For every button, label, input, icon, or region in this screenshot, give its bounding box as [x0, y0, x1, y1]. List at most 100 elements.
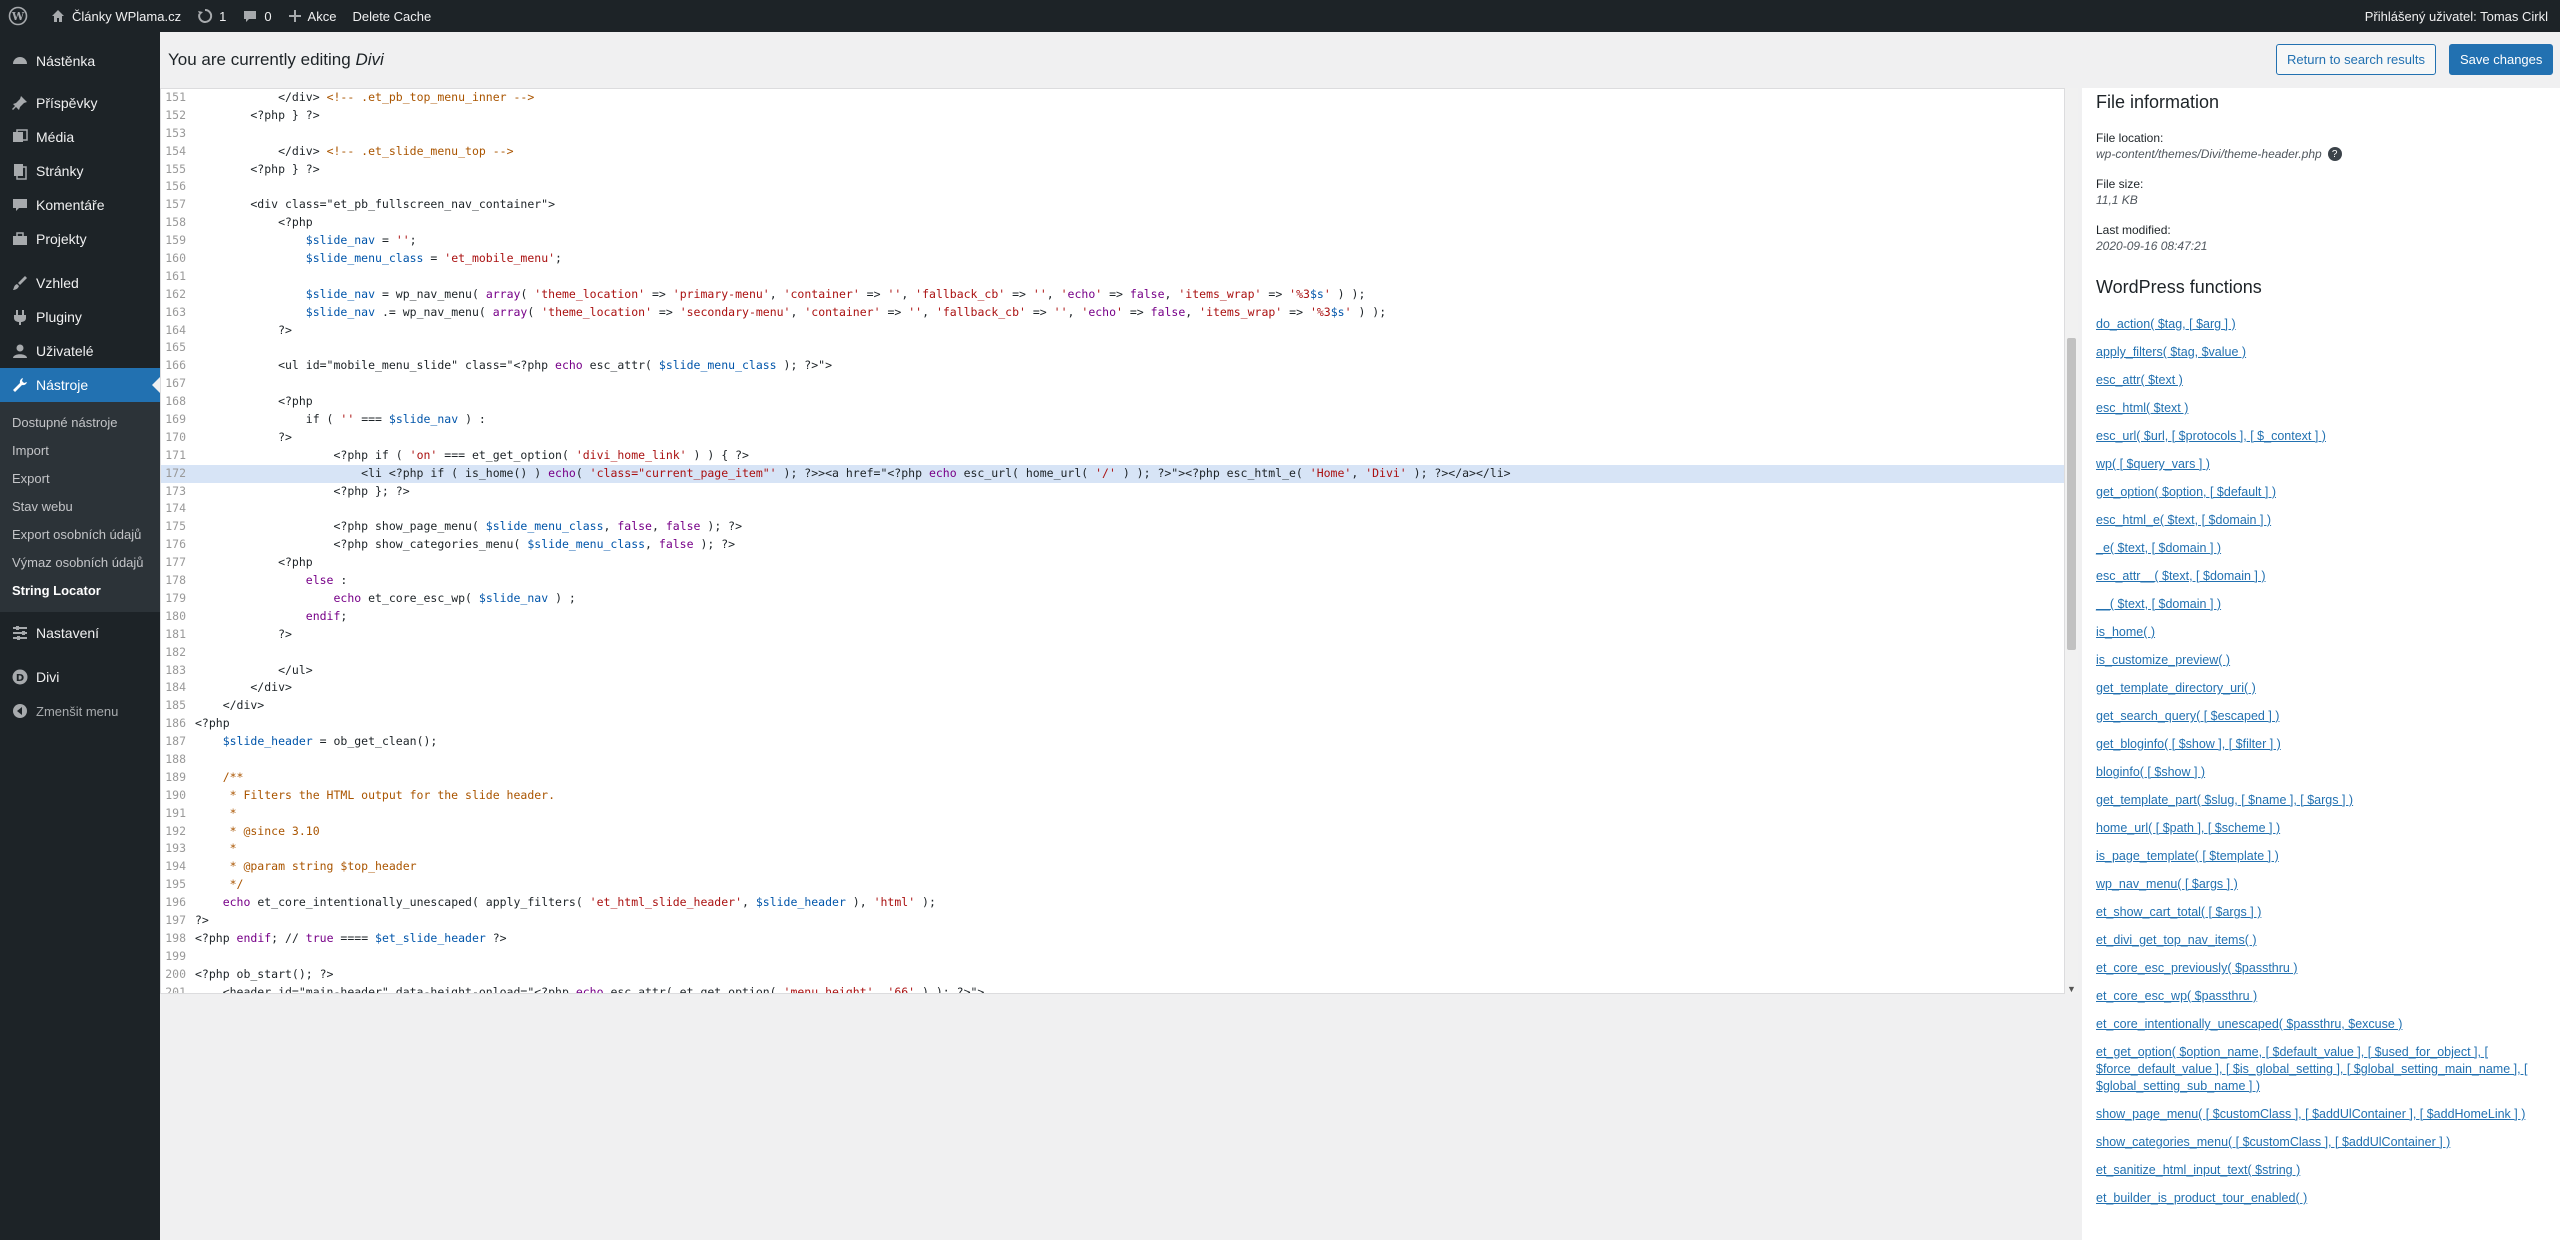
- menu-item-posts[interactable]: Příspěvky: [0, 86, 160, 120]
- code-line[interactable]: 152 <?php } ?>: [161, 107, 2077, 125]
- menu-item-comments[interactable]: Komentáře: [0, 188, 160, 222]
- code-line[interactable]: 176 <?php show_categories_menu( $slide_m…: [161, 536, 2077, 554]
- function-link[interactable]: bloginfo( [ $show ] ): [2096, 764, 2546, 781]
- code-line[interactable]: 159 $slide_nav = '';: [161, 232, 2077, 250]
- code-text[interactable]: else :: [189, 572, 348, 590]
- menu-item-media[interactable]: Média: [0, 120, 160, 154]
- code-text[interactable]: [189, 644, 195, 662]
- code-text[interactable]: echo et_core_intentionally_unescaped( ap…: [189, 894, 936, 912]
- new-content-link[interactable]: Akce: [280, 0, 345, 32]
- function-link[interactable]: et_core_esc_previously( $passthru ): [2096, 960, 2546, 977]
- code-text[interactable]: endif;: [189, 608, 348, 626]
- function-link[interactable]: et_core_esc_wp( $passthru ): [2096, 988, 2546, 1005]
- help-icon[interactable]: ?: [2327, 147, 2342, 161]
- code-text[interactable]: </div> <!-- .et_pb_top_menu_inner -->: [189, 89, 534, 107]
- function-link[interactable]: et_get_option( $option_name, [ $default_…: [2096, 1044, 2546, 1095]
- code-line[interactable]: 195 */: [161, 876, 2077, 894]
- code-line[interactable]: 181 ?>: [161, 626, 2077, 644]
- code-text[interactable]: <?php } ?>: [189, 107, 319, 125]
- code-text[interactable]: <?php: [189, 554, 313, 572]
- menu-item-users[interactable]: Uživatelé: [0, 334, 160, 368]
- submenu-item-erase-personal-data[interactable]: Výmaz osobních údajů: [0, 549, 160, 577]
- submenu-item-export-personal-data[interactable]: Export osobních údajů: [0, 521, 160, 549]
- function-link[interactable]: et_core_intentionally_unescaped( $passth…: [2096, 1016, 2546, 1033]
- code-line[interactable]: 151 </div> <!-- .et_pb_top_menu_inner --…: [161, 89, 2077, 107]
- code-text[interactable]: [189, 948, 195, 966]
- code-line[interactable]: 163 $slide_nav .= wp_nav_menu( array( 't…: [161, 304, 2077, 322]
- submenu-item-string-locator[interactable]: String Locator: [0, 577, 160, 605]
- code-text[interactable]: * @param string $top_header: [189, 858, 417, 876]
- submenu-item-site-health[interactable]: Stav webu: [0, 493, 160, 521]
- code-text[interactable]: <?php: [189, 715, 230, 733]
- code-line[interactable]: 180 endif;: [161, 608, 2077, 626]
- code-line[interactable]: 161: [161, 268, 2077, 286]
- code-line[interactable]: 178 else :: [161, 572, 2077, 590]
- code-line[interactable]: 194 * @param string $top_header: [161, 858, 2077, 876]
- code-text[interactable]: <?php endif; // true ==== $et_slide_head…: [189, 930, 507, 948]
- code-line[interactable]: 197 ?>: [161, 912, 2077, 930]
- code-line[interactable]: 186 <?php: [161, 715, 2077, 733]
- code-line[interactable]: 200 <?php ob_start(); ?>: [161, 966, 2077, 984]
- code-text[interactable]: $slide_nav .= wp_nav_menu( array( 'theme…: [189, 304, 1386, 322]
- code-text[interactable]: <div class="et_pb_fullscreen_nav_contain…: [189, 196, 555, 214]
- wordpress-logo-icon[interactable]: W: [0, 0, 42, 32]
- code-text[interactable]: [189, 178, 195, 196]
- submenu-item-import[interactable]: Import: [0, 437, 160, 465]
- save-changes-button[interactable]: Save changes: [2449, 44, 2554, 75]
- menu-item-divi[interactable]: D Divi: [0, 660, 160, 694]
- code-text[interactable]: </div>: [189, 679, 292, 697]
- code-line[interactable]: 166 <ul id="mobile_menu_slide" class="<?…: [161, 357, 2077, 375]
- code-line[interactable]: 177 <?php: [161, 554, 2077, 572]
- function-link[interactable]: get_search_query( [ $escaped ] ): [2096, 708, 2546, 725]
- function-link[interactable]: et_divi_get_top_nav_items( ): [2096, 932, 2546, 949]
- function-link[interactable]: wp_nav_menu( [ $args ] ): [2096, 876, 2546, 893]
- function-link[interactable]: esc_attr( $text ): [2096, 372, 2546, 389]
- code-text[interactable]: <?php ob_start(); ?>: [189, 966, 333, 984]
- code-line[interactable]: 162 $slide_nav = wp_nav_menu( array( 'th…: [161, 286, 2077, 304]
- menu-item-settings[interactable]: Nastavení: [0, 616, 160, 650]
- code-line[interactable]: 168 <?php: [161, 393, 2077, 411]
- code-text[interactable]: echo et_core_esc_wp( $slide_nav ) ;: [189, 590, 575, 608]
- code-line[interactable]: 201 <header id="main-header" data-height…: [161, 984, 2077, 993]
- function-link[interactable]: show_page_menu( [ $customClass ], [ $add…: [2096, 1106, 2546, 1123]
- function-link[interactable]: et_show_cart_total( [ $args ] ): [2096, 904, 2546, 921]
- comments-link[interactable]: 0: [234, 0, 279, 32]
- code-line[interactable]: 170 ?>: [161, 429, 2077, 447]
- code-line[interactable]: 154 </div> <!-- .et_slide_menu_top -->: [161, 143, 2077, 161]
- code-line[interactable]: 165: [161, 339, 2077, 357]
- code-line[interactable]: 158 <?php: [161, 214, 2077, 232]
- code-text[interactable]: <?php if ( 'on' === et_get_option( 'divi…: [189, 447, 748, 465]
- function-link[interactable]: wp( [ $query_vars ] ): [2096, 456, 2546, 473]
- code-text[interactable]: *: [189, 805, 237, 823]
- code-text[interactable]: <?php show_page_menu( $slide_menu_class,…: [189, 518, 742, 536]
- code-text[interactable]: $slide_nav = '';: [189, 232, 417, 250]
- code-line[interactable]: 164 ?>: [161, 322, 2077, 340]
- user-account-link[interactable]: Přihlášený uživatel: Tomas Cirkl: [2357, 0, 2560, 32]
- code-text[interactable]: [189, 500, 195, 518]
- code-text[interactable]: <?php } ?>: [189, 161, 319, 179]
- menu-item-dashboard[interactable]: Nástěnka: [0, 44, 160, 78]
- code-line[interactable]: 187 $slide_header = ob_get_clean();: [161, 733, 2077, 751]
- function-link[interactable]: esc_html( $text ): [2096, 400, 2546, 417]
- function-link[interactable]: _e( $text, [ $domain ] ): [2096, 540, 2546, 557]
- code-line[interactable]: 198 <?php endif; // true ==== $et_slide_h…: [161, 930, 2077, 948]
- collapse-menu-button[interactable]: Zmenšit menu: [0, 694, 160, 728]
- code-editor[interactable]: 151 </div> <!-- .et_pb_top_menu_inner --…: [160, 88, 2078, 994]
- code-text[interactable]: </div>: [189, 697, 265, 715]
- code-line[interactable]: 160 $slide_menu_class = 'et_mobile_menu'…: [161, 250, 2077, 268]
- submenu-item-export[interactable]: Export: [0, 465, 160, 493]
- code-text[interactable]: <?php }; ?>: [189, 483, 409, 501]
- function-link[interactable]: et_sanitize_html_input_text( $string ): [2096, 1162, 2546, 1179]
- code-line[interactable]: 182: [161, 644, 2077, 662]
- code-line[interactable]: 192 * @since 3.10: [161, 823, 2077, 841]
- function-link[interactable]: is_page_template( [ $template ] ): [2096, 848, 2546, 865]
- code-text[interactable]: *: [189, 840, 237, 858]
- code-line[interactable]: 199: [161, 948, 2077, 966]
- function-link[interactable]: esc_attr__( $text, [ $domain ] ): [2096, 568, 2546, 585]
- function-link[interactable]: is_customize_preview( ): [2096, 652, 2546, 669]
- code-text[interactable]: </ul>: [189, 662, 313, 680]
- code-line[interactable]: 173 <?php }; ?>: [161, 483, 2077, 501]
- code-text[interactable]: ?>: [189, 429, 292, 447]
- code-line[interactable]: 179 echo et_core_esc_wp( $slide_nav ) ;: [161, 590, 2077, 608]
- menu-item-plugins[interactable]: Pluginy: [0, 300, 160, 334]
